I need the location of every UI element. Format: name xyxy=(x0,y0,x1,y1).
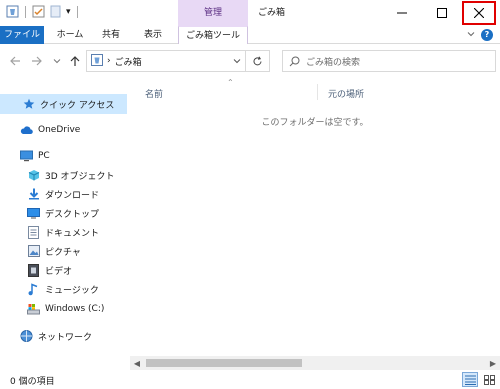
address-dropdown-icon[interactable] xyxy=(233,57,241,68)
scrollbar-thumb[interactable] xyxy=(146,359,302,367)
computer-icon xyxy=(20,150,33,163)
minimize-button[interactable] xyxy=(384,0,420,26)
sidebar-item-pictures[interactable]: ピクチャ xyxy=(0,241,127,261)
sidebar-item-documents[interactable]: ドキュメント xyxy=(0,222,127,242)
sidebar-item-label: OneDrive xyxy=(38,125,81,135)
scroll-right-icon[interactable]: ▶ xyxy=(486,356,500,370)
address-bar[interactable]: › ごみ箱 xyxy=(86,50,246,72)
details-view-icon xyxy=(464,375,476,385)
address-row: › ごみ箱 ごみ箱の検索 xyxy=(0,44,500,78)
refresh-button[interactable] xyxy=(246,50,270,72)
back-arrow-icon xyxy=(10,56,20,66)
large-icons-view-icon xyxy=(483,374,495,385)
qat-separator xyxy=(76,5,78,18)
recycle-bin-icon xyxy=(91,53,103,69)
tab-recycle-bin-tools[interactable]: ごみ箱ツール xyxy=(178,26,248,44)
up-arrow-icon xyxy=(70,56,80,66)
close-icon xyxy=(474,8,484,18)
help-icon[interactable]: ? xyxy=(481,29,493,41)
sidebar-item-music[interactable]: ミュージック xyxy=(0,279,127,299)
sidebar-item-onedrive[interactable]: OneDrive xyxy=(0,120,127,140)
quick-access-toolbar: ▾ xyxy=(6,5,80,18)
desktop-icon xyxy=(27,207,40,220)
item-count: 0 個の項目 xyxy=(10,377,55,387)
window-title: ごみ箱 xyxy=(258,8,286,18)
up-button[interactable] xyxy=(68,54,82,68)
sidebar-item-label: ミュージック xyxy=(45,285,99,296)
file-list[interactable]: ⌃ 名前 元の場所 このフォルダーは空です。 xyxy=(130,78,500,370)
search-icon xyxy=(289,56,300,66)
sidebar-item-quick-access[interactable]: クイック アクセス xyxy=(0,94,127,114)
cloud-icon xyxy=(20,124,33,137)
forward-button[interactable] xyxy=(30,54,44,68)
tab-view[interactable]: 表示 xyxy=(134,26,172,44)
sidebar-item-label: デスクトップ xyxy=(45,209,100,220)
breadcrumb-recycle-bin[interactable]: ごみ箱 xyxy=(115,55,142,68)
horizontal-scrollbar[interactable]: ◀ ▶ xyxy=(130,356,500,370)
qat-separator xyxy=(25,5,26,18)
close-button[interactable] xyxy=(462,1,496,25)
document-icon xyxy=(27,225,40,239)
sidebar-item-label: Windows (C:) xyxy=(45,304,105,314)
maximize-button[interactable] xyxy=(424,0,460,26)
sidebar-item-desktop[interactable]: デスクトップ xyxy=(0,203,127,223)
sidebar-item-videos[interactable]: ビデオ xyxy=(0,260,127,280)
sidebar-item-pc[interactable]: PC xyxy=(0,146,127,166)
tab-home[interactable]: ホーム xyxy=(50,26,90,44)
cube-icon xyxy=(27,169,40,182)
picture-icon xyxy=(27,245,40,258)
tab-file[interactable]: ファイル xyxy=(0,26,44,44)
video-icon xyxy=(27,263,40,277)
sidebar-item-network[interactable]: ネットワーク xyxy=(0,326,127,346)
column-header-name[interactable]: 名前 xyxy=(145,87,163,100)
sidebar-item-label: ドキュメント xyxy=(45,228,100,239)
sidebar-item-label: クイック アクセス xyxy=(40,100,115,111)
empty-folder-message: このフォルダーは空です。 xyxy=(261,118,369,128)
sidebar-item-label: ネットワーク xyxy=(38,332,93,343)
music-icon xyxy=(27,282,40,296)
sidebar-item-downloads[interactable]: ダウンロード xyxy=(0,184,127,204)
title-bar: ▾ 管理 ごみ箱 xyxy=(0,0,500,26)
navigation-pane: クイック アクセス OneDrive PC 3D オブジェクト ダウンロード デ… xyxy=(0,78,130,370)
ribbon-tabs: ファイル ホーム 共有 表示 ごみ箱ツール ? xyxy=(0,26,500,44)
star-icon xyxy=(22,98,35,111)
ribbon-expand-icon[interactable] xyxy=(467,30,475,41)
drive-icon xyxy=(27,303,40,316)
recycle-bin-icon[interactable] xyxy=(6,5,19,18)
qat-customize-icon[interactable]: ▾ xyxy=(66,7,71,17)
breadcrumb-separator[interactable]: › xyxy=(107,56,111,66)
details-view-button[interactable] xyxy=(462,372,478,387)
new-folder-icon[interactable] xyxy=(49,5,62,18)
sidebar-item-3d-objects[interactable]: 3D オブジェクト xyxy=(0,165,127,185)
context-tab-manage[interactable]: 管理 xyxy=(178,0,248,26)
minimize-icon xyxy=(397,12,407,14)
network-icon xyxy=(20,330,33,343)
sidebar-item-label: ダウンロード xyxy=(45,190,100,201)
recent-locations-button[interactable] xyxy=(50,54,64,68)
sort-caret-icon: ⌃ xyxy=(227,78,234,87)
chevron-down-icon xyxy=(53,59,61,64)
sidebar-item-label: ビデオ xyxy=(45,266,73,277)
scroll-left-icon[interactable]: ◀ xyxy=(130,356,144,370)
search-input[interactable]: ごみ箱の検索 xyxy=(282,50,496,72)
download-icon xyxy=(27,188,40,201)
search-placeholder: ごみ箱の検索 xyxy=(306,57,361,68)
back-button[interactable] xyxy=(8,54,22,68)
column-header-original-location[interactable]: 元の場所 xyxy=(328,87,364,100)
forward-arrow-icon xyxy=(32,56,42,66)
sidebar-item-label: PC xyxy=(38,151,50,161)
refresh-icon xyxy=(253,56,262,65)
maximize-icon xyxy=(437,8,447,18)
large-icons-view-button[interactable] xyxy=(481,372,497,387)
sidebar-item-label: 3D オブジェクト xyxy=(45,171,115,182)
properties-icon[interactable] xyxy=(32,5,45,18)
tab-share[interactable]: 共有 xyxy=(96,26,126,44)
sidebar-item-label: ピクチャ xyxy=(45,247,81,258)
column-divider[interactable] xyxy=(317,84,318,100)
status-bar: 0 個の項目 xyxy=(0,370,500,389)
sidebar-item-drive-c[interactable]: Windows (C:) xyxy=(0,299,127,319)
